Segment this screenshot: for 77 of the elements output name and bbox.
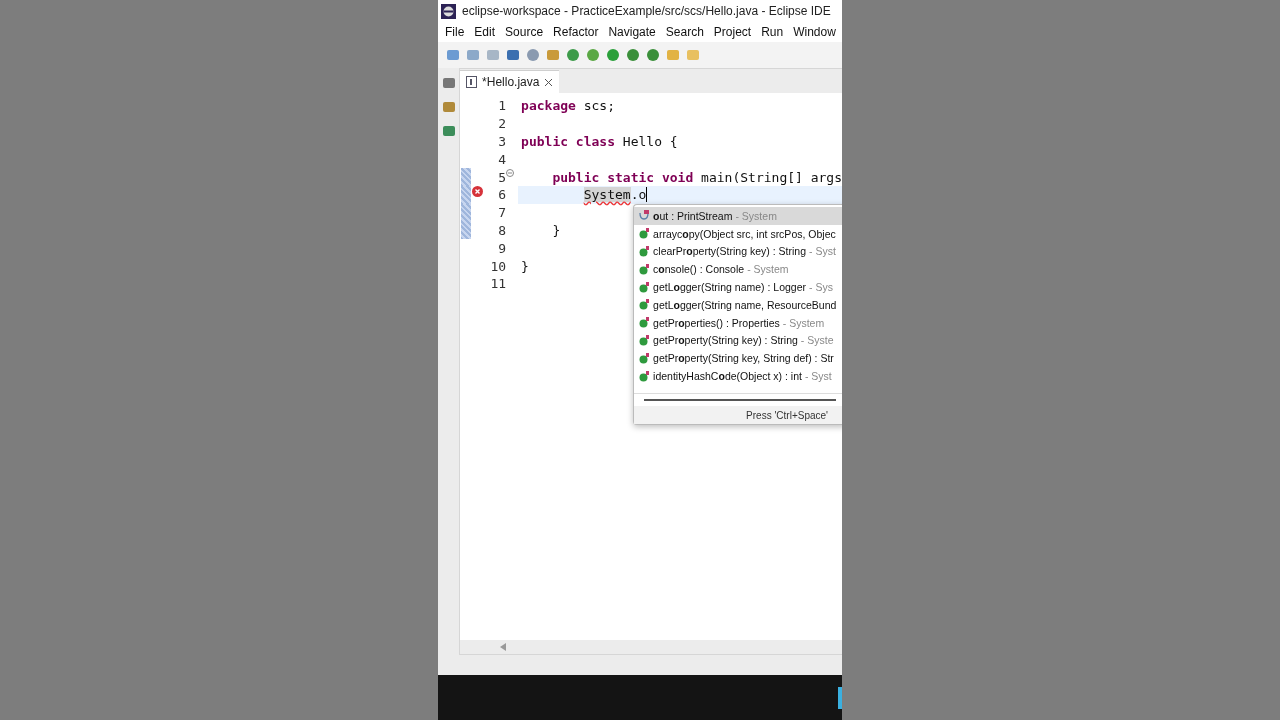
completion-qualifier: - Syste (800, 334, 834, 347)
text-cursor (646, 187, 648, 203)
completion-item[interactable]: getLogger(String name) : Logger - Sys (634, 278, 842, 296)
static-method-icon (639, 281, 651, 293)
completion-item[interactable]: getProperties() : Properties - System (634, 313, 842, 332)
static-method-icon (639, 334, 651, 346)
completion-item[interactable]: console() : Console - System (634, 260, 842, 279)
code-text: main(String[] args (701, 169, 842, 185)
line-number: 2 (497, 116, 507, 132)
app-logo-icon (441, 3, 456, 19)
static-method-icon (639, 317, 651, 329)
line-number: 10 (489, 258, 507, 274)
static-method-icon (639, 228, 651, 240)
editor-tab[interactable]: *Hello.java (460, 70, 560, 93)
taskbar-icon[interactable] (838, 686, 842, 709)
line-number: 4 (497, 151, 507, 167)
menu-item[interactable]: Navigate (603, 23, 661, 41)
completion-label: clearProperty(String key) : String (653, 245, 806, 258)
completion-qualifier: - Syst (804, 370, 832, 383)
completion-label: getProperty(String key, String def) : Str (653, 352, 834, 365)
menu-item[interactable]: Window (788, 23, 841, 41)
completion-label: identityHashCode(Object x) : int (653, 370, 802, 383)
menu-item[interactable]: Project (708, 23, 757, 41)
menu-item[interactable]: File (440, 23, 470, 41)
completion-label: getLogger(String name) : Logger (653, 281, 806, 294)
completion-item[interactable]: arraycopy(Object src, int srcPos, Objec (634, 224, 842, 243)
completion-label: arraycopy(Object src, int srcPos, Objec (653, 227, 836, 240)
line-number: 11 (489, 276, 507, 292)
completion-item[interactable]: identityHashCode(Object x) : int - Syst (634, 367, 842, 385)
completion-item[interactable]: getProperty(String key) : String - Syste (634, 331, 842, 350)
completion-hint: Press 'Ctrl+Space' (746, 409, 828, 421)
line-number: 6 (497, 187, 507, 203)
code-text: .o (630, 187, 647, 203)
completion-label: getProperties() : Properties (653, 316, 780, 329)
completion-qualifier: - System (747, 263, 789, 276)
code-error: System (583, 187, 631, 203)
completion-item[interactable]: getProperty(String key, String def) : Str (634, 349, 842, 368)
completion-label: getProperty(String key) : String (653, 334, 798, 347)
completion-qualifier: - Syst (808, 245, 836, 258)
completion-item[interactable]: out : PrintStream - System (634, 207, 842, 225)
completion-label: out : PrintStream (653, 209, 733, 222)
completion-item[interactable]: clearProperty(String key) : String - Syst (634, 242, 842, 261)
completion-label: console() : Console (653, 263, 745, 276)
code-text: } (552, 222, 561, 238)
menu-item[interactable]: Refactor (548, 23, 604, 41)
close-icon[interactable] (544, 77, 554, 87)
line-number: 9 (497, 240, 507, 256)
line-number: 1 (497, 98, 507, 114)
menu-item[interactable]: Search (660, 23, 709, 41)
static-field-icon (639, 210, 651, 222)
static-method-icon (639, 370, 651, 382)
completion-label: getLogger(String name, ResourceBund (653, 298, 837, 311)
completion-qualifier: - System (782, 316, 825, 329)
code-text: Hello { (622, 134, 678, 149)
scroll-left-icon[interactable] (500, 643, 507, 651)
menu-item[interactable]: Source (500, 23, 549, 41)
code-keyword: public class (521, 134, 615, 149)
collapse-icon[interactable] (506, 168, 515, 177)
code-keyword: package (521, 98, 576, 114)
menu-item[interactable]: Edit (469, 23, 501, 41)
line-number: 5 (497, 169, 507, 185)
java-file-icon (466, 76, 478, 88)
code-text: scs; (583, 98, 615, 114)
static-method-icon (639, 246, 651, 257)
static-method-icon (639, 352, 651, 364)
line-number: 8 (497, 222, 507, 238)
code-text: } (521, 258, 529, 274)
window-title: eclipse-workspace - PracticeExample/src/scs/Hello.java - Eclipse IDE (462, 4, 831, 18)
completion-item[interactable]: getLogger(String name, ResourceBund (634, 296, 842, 314)
code-keyword: public static void (552, 169, 694, 185)
menu-item[interactable]: Run (756, 23, 789, 41)
static-method-icon (639, 263, 651, 275)
completion-qualifier: - Sys (809, 281, 833, 294)
static-method-icon (639, 299, 651, 311)
completion-qualifier: - System (735, 209, 777, 222)
line-number: 3 (497, 134, 507, 149)
line-number: 7 (497, 205, 507, 221)
